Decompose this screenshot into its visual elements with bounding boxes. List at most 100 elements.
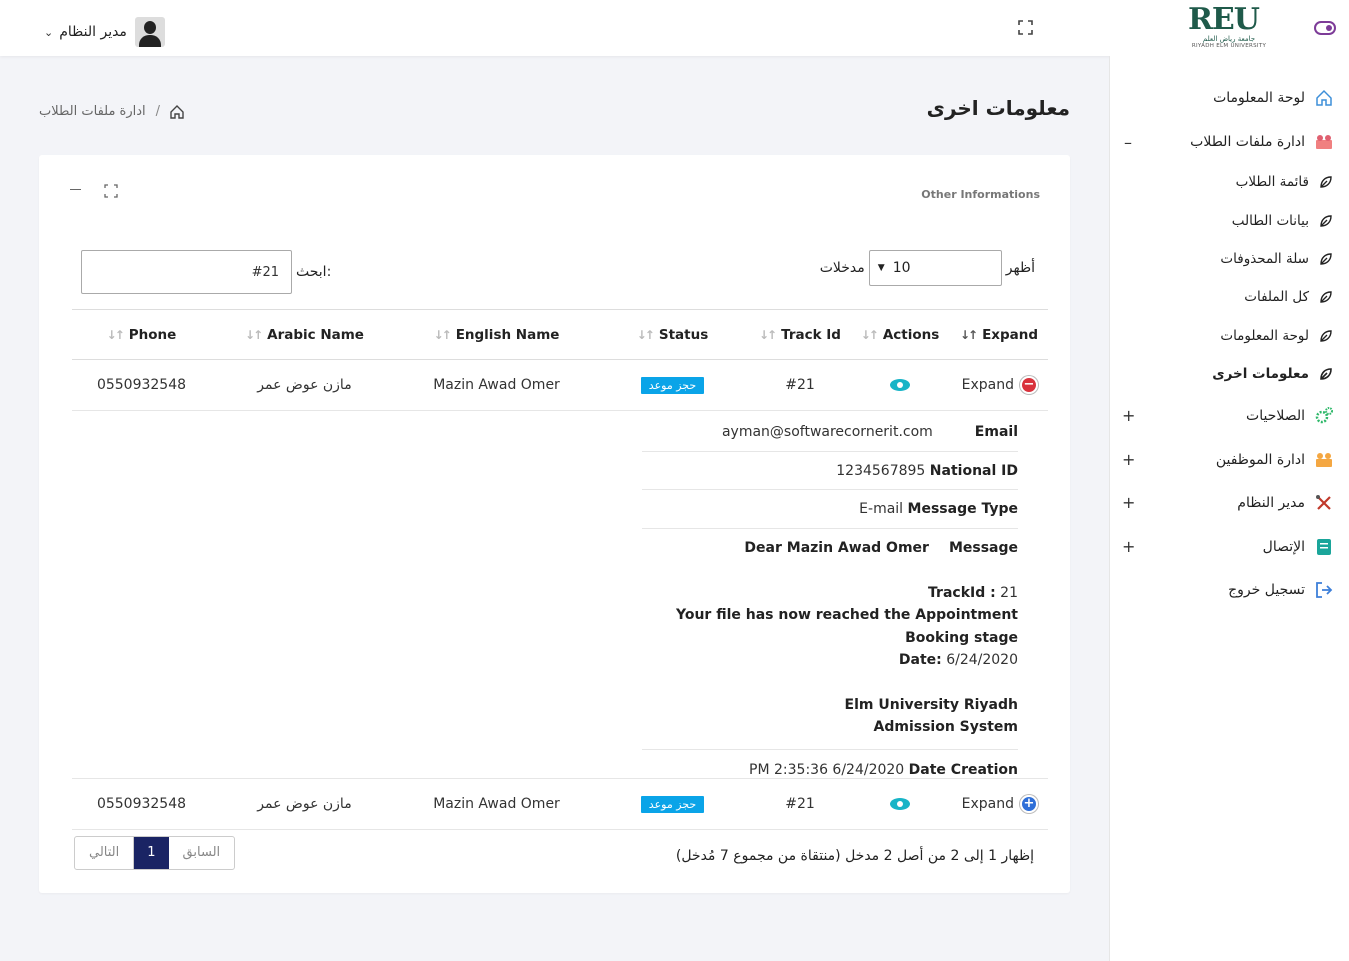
gears-icon: [1315, 407, 1333, 424]
sidebar-item-all-files[interactable]: كل الملفات: [1244, 286, 1333, 308]
logo-text: REU: [1188, 2, 1260, 37]
sidebar-item-sub-dashboard[interactable]: لوحة المعلومات: [1220, 325, 1333, 347]
leaf-icon: [1320, 291, 1332, 303]
sidebar-item-label: الإتصال: [1262, 539, 1305, 555]
sidebar-item-permissions[interactable]: الصلاحيات: [1246, 405, 1333, 427]
row-detail: ayman@softwarecornerit.com Email 12345678…: [642, 413, 1018, 790]
column-header-arabic-name[interactable]: Arabic Name↑↓: [211, 309, 398, 360]
sidebar-item-system-admin[interactable]: مدير النظام: [1237, 492, 1333, 514]
university-logo: REU جامعة رياض العلم RIYADH ELM UNIVERSI…: [1188, 5, 1270, 51]
search-label: ابحث:: [296, 264, 332, 280]
logout-icon: [1316, 582, 1333, 598]
view-eye-icon[interactable]: [890, 798, 910, 810]
minimize-icon[interactable]: [70, 189, 81, 190]
sidebar-item-label: مدير النظام: [1237, 495, 1305, 511]
detail-email: ayman@softwarecornerit.com Email: [642, 413, 1018, 452]
sidebar-item-logout[interactable]: تسجيل خروج: [1228, 579, 1333, 601]
expand-icon[interactable]: +: [1122, 493, 1135, 512]
arabic-name-cell: مازن عوض عمر: [211, 778, 398, 830]
sidebar-item-contact[interactable]: الإتصال: [1263, 536, 1333, 558]
content-card: Other Informations مدخلات ▼ 10 أظهر ابحث…: [39, 155, 1070, 893]
user-name: مدير النظام: [59, 24, 127, 40]
breadcrumb-separator: /: [155, 104, 161, 119]
page-title: معلومات اخرى: [926, 96, 1070, 120]
next-page-button[interactable]: التالي: [75, 837, 135, 869]
detail-national-id: 1234567895 National ID: [642, 452, 1018, 490]
collapse-icon[interactable]: –: [1122, 133, 1134, 152]
sidebar-item-student-data[interactable]: بيانات الطالب: [1232, 210, 1333, 232]
sidebar-item-label: لوحة المعلومات: [1213, 90, 1305, 106]
view-eye-icon[interactable]: [890, 379, 910, 391]
breadcrumb-item[interactable]: ادارة ملفات الطلاب: [39, 104, 146, 119]
pagination: التالي 1 السابق: [74, 836, 236, 870]
detail-message-type: E-mail Message Type: [642, 490, 1018, 529]
column-header-expand[interactable]: Expand↑↓: [950, 309, 1048, 360]
status-badge: حجز موعد: [640, 376, 705, 394]
arabic-name-cell: مازن عوض عمر: [211, 359, 398, 411]
column-header-phone[interactable]: Phone↑↓: [72, 309, 211, 360]
sidebar-item-label: ادارة الموظفين: [1215, 452, 1305, 468]
expand-icon[interactable]: +: [1020, 795, 1038, 813]
home-icon[interactable]: [170, 104, 184, 119]
logo-english: RIYADH ELM UNIVERSITY: [1191, 43, 1267, 49]
caret-down-icon: ▼: [877, 263, 885, 273]
length-value: 10: [892, 260, 911, 276]
sidebar-item-student-list[interactable]: قائمة الطلاب: [1236, 171, 1333, 193]
status-badge: حجز موعد: [640, 795, 705, 813]
sidebar-item-other-info[interactable]: معلومات اخرى: [1212, 363, 1333, 385]
column-header-english-name[interactable]: English Name↑↓: [398, 309, 595, 360]
sidebar-item-label: قائمة الطلاب: [1235, 174, 1309, 190]
english-name-cell: Mazin Awad Omer: [398, 359, 595, 411]
sort-icon: ↑↓: [106, 327, 125, 342]
detail-date-creation: PM 2:35:36 6/24/2020 Date Creation: [749, 761, 1018, 778]
expand-icon[interactable]: +: [1122, 450, 1135, 469]
staff-icon: [1316, 453, 1332, 467]
sort-icon: ↑↓: [959, 327, 978, 342]
length-entries-label: مدخلات: [819, 260, 865, 276]
length-show-label: أظهر: [1005, 260, 1035, 276]
sidebar-item-student-files[interactable]: ادارة ملفات الطلاب: [1190, 131, 1333, 153]
sidebar-item-label: الصلاحيات: [1246, 408, 1305, 424]
fullscreen-icon[interactable]: [104, 184, 118, 198]
page-1-button[interactable]: 1: [134, 837, 169, 869]
length-select[interactable]: ▼ 10: [868, 250, 1002, 286]
column-header-actions[interactable]: Actions↑↓: [850, 309, 950, 360]
sort-icon: ↑↓: [433, 327, 452, 342]
column-header-status[interactable]: Status↑↓: [595, 309, 750, 360]
expand-icon[interactable]: +: [1122, 537, 1135, 556]
sidebar-toggle-icon[interactable]: [1314, 21, 1336, 35]
sidebar-item-trash[interactable]: سلة المحذوفات: [1220, 248, 1333, 270]
expand-icon[interactable]: +: [1122, 406, 1135, 425]
top-bar: ⌄ مدير النظام REU جامعة رياض العلم RIYAD…: [0, 0, 1349, 56]
sidebar-item-dashboard[interactable]: لوحة المعلومات: [1213, 87, 1333, 109]
prev-page-button[interactable]: السابق: [169, 837, 235, 869]
leaf-icon: [1320, 253, 1332, 265]
status-cell: حجز موعد: [595, 359, 750, 411]
students-icon: [1316, 135, 1332, 149]
sidebar-item-label: ادارة ملفات الطلاب: [1190, 134, 1305, 150]
home-icon: [1316, 89, 1332, 106]
sort-icon: ↑↓: [759, 327, 777, 342]
phone-cell: 0550932548: [72, 778, 211, 830]
detail-message: Dear Mazin Awad Omer Message TrackId : 21…: [642, 529, 1018, 750]
leaf-icon: [1320, 176, 1332, 188]
search-control: ابحث:: [81, 250, 331, 294]
column-header-track-id[interactable]: Track Id↑↓: [750, 309, 850, 360]
sidebar-item-staff[interactable]: ادارة الموظفين: [1216, 449, 1333, 471]
sort-icon: ↑↓: [245, 327, 263, 342]
expand-cell[interactable]: Expand −: [950, 359, 1048, 411]
sidebar-item-label: تسجيل خروج: [1228, 582, 1305, 598]
fullscreen-icon[interactable]: [1018, 20, 1033, 35]
user-menu[interactable]: ⌄ مدير النظام: [44, 17, 165, 47]
breadcrumb: ادارة ملفات الطلاب /: [39, 104, 184, 119]
card-title: Other Informations: [921, 188, 1040, 201]
sidebar-item-label: بيانات الطالب: [1231, 213, 1309, 229]
sidebar-item-label: لوحة المعلومات: [1220, 328, 1309, 344]
sort-icon: ↑↓: [636, 327, 655, 342]
track-id-cell: #21: [750, 359, 850, 411]
avatar: [134, 17, 165, 47]
table-info: إظهار 1 إلى 2 من أصل 2 مدخل (منتقاة من م…: [675, 848, 1034, 864]
collapse-icon[interactable]: −: [1020, 376, 1038, 394]
sidebar-item-label: معلومات اخرى: [1212, 366, 1309, 382]
search-input[interactable]: [81, 250, 292, 294]
